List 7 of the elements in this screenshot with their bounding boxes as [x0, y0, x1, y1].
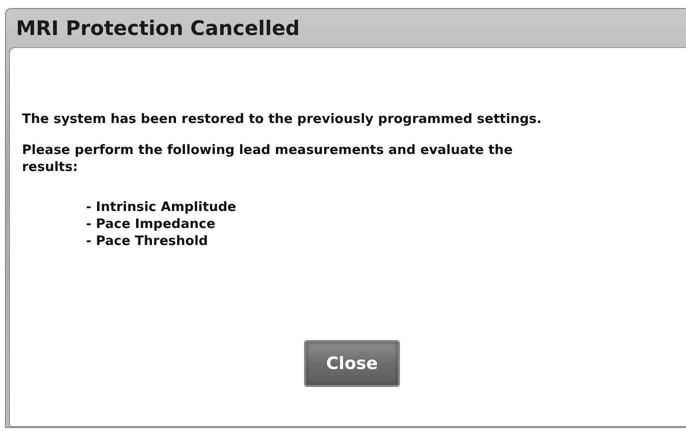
window-title: MRI Protection Cancelled — [16, 16, 300, 40]
measurement-item: - Pace Impedance — [86, 216, 216, 233]
measurement-item: - Pace Threshold — [86, 233, 209, 250]
instruction-text: Please perform the following lead measurements and evaluate the results: — [22, 142, 514, 176]
close-button[interactable]: Close — [304, 340, 400, 387]
measurement-item: - Intrinsic Amplitude — [86, 199, 238, 216]
message-text: The system has been restored to the previously programmed settings. — [22, 111, 543, 128]
